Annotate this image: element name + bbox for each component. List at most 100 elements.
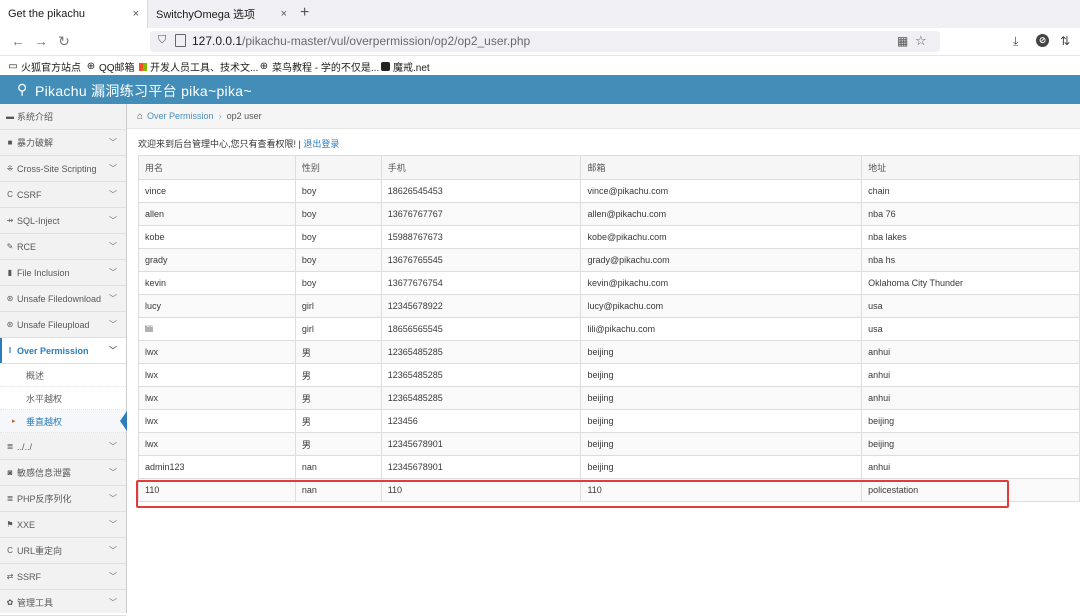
tab-get-the-pikachu[interactable]: Get the pikachu × (0, 0, 148, 28)
table-row: kevin boy 13677676754 kevin@pikachu.com Okla… (138, 271, 1080, 295)
sidebar-item-xss[interactable]: ⁜ Cross-Site Scripting ﹀ (0, 156, 126, 182)
sidebar-item-admin-tools[interactable]: ✿ 管理工具 ﹀ (0, 590, 126, 616)
file-icon: ▮ (7, 268, 13, 277)
table-cell: beijing (861, 409, 1080, 433)
sidebar-item-label: Unsafe Filedownload (17, 293, 102, 304)
bookmark-devtools[interactable]: 开发人员工具、技术文... (139, 59, 258, 74)
switchyomega-icon[interactable]: ⇅ (1060, 34, 1070, 48)
table-row: vince boy 18626545453 vince@pikachu.com chai… (138, 179, 1080, 203)
table-cell: nba 76 (861, 202, 1080, 226)
bookmark-mojie[interactable]: 魔戒.net (381, 59, 430, 74)
home-icon[interactable]: ⌂ (137, 111, 143, 122)
table-cell: policestation (861, 478, 1080, 502)
sidebar-item-sqli[interactable]: ⇸ SQL-Inject ﹀ (0, 208, 126, 234)
back-icon[interactable]: ← (10, 33, 26, 49)
forward-icon[interactable]: → (33, 33, 49, 49)
shield-icon[interactable]: ⛉ (158, 34, 166, 47)
navigation-toolbar: ← → ↻ ⛉ 127.0.0.1/pikachu-master/vul/ove… (0, 28, 1080, 56)
sidebar-subitem-label: 水平越权 (26, 393, 63, 404)
table-cell: anhui (861, 455, 1080, 479)
table-cell: Oklahoma City Thunder (861, 271, 1080, 295)
bookmark-firefox[interactable]: ▭ 火狐官方站点 (8, 59, 81, 74)
bookmark-runoob[interactable]: ⊕ 菜鸟教程 - 学的不仅是... (259, 59, 379, 74)
flag-icon: ⚑ (6, 520, 14, 529)
reload-icon[interactable]: ↻ (56, 33, 72, 50)
sidebar-item-unsafe-fileupload[interactable]: ⊛ Unsafe Fileupload ﹀ (0, 312, 126, 338)
table-cell: 12365485285 (380, 386, 582, 410)
chevron-down-icon: ﹀ (109, 598, 117, 607)
browser-tab-strip: Get the pikachu × SwitchyOmega 选项 × + (0, 0, 1080, 28)
table-cell: chain (861, 179, 1080, 203)
table-cell: anhui (861, 386, 1080, 410)
sidebar-item-ssrf[interactable]: ⇄ SSRF ﹀ (0, 564, 126, 590)
sidebar-subitem-overview[interactable]: 概述 (0, 364, 126, 387)
sidebar-item-label: 系统介绍 (17, 112, 54, 122)
sidebar-item-label: URL重定向 (17, 546, 63, 556)
url-text[interactable]: 127.0.0.1/pikachu-master/vul/overpermiss… (192, 34, 530, 48)
sidebar-subitem-horizontal[interactable]: 水平越权 (0, 387, 126, 410)
sidebar-item-xxe[interactable]: ⚑ XXE ﹀ (0, 512, 126, 538)
table-cell: 110 (580, 478, 863, 502)
breadcrumb-link[interactable]: Over Permission (147, 111, 214, 121)
sidebar-item-over-permission[interactable]: I Over Permission ﹀ (0, 338, 126, 364)
sidebar-item-file-inclusion[interactable]: ▮ File Inclusion ﹀ (0, 260, 126, 286)
sidebar-item-dirtraversal[interactable]: ≣ ../../ ﹀ (0, 434, 126, 460)
table-cell: boy (294, 248, 382, 272)
table-row: lwx 男 123456 beijing beijing (138, 409, 1080, 433)
sidebar-item-intro[interactable]: ▬ 系统介绍 (0, 104, 126, 130)
logout-link[interactable]: 退出登录 (303, 139, 339, 149)
sidebar-item-csrf[interactable]: C CSRF ﹀ (0, 182, 126, 208)
sidebar-item-unsafe-filedownload[interactable]: ⊛ Unsafe Filedownload ﹀ (0, 286, 126, 312)
sidebar-item-php-unserialize[interactable]: ≣ PHP反序列化 ﹀ (0, 486, 126, 512)
tab-switchyomega[interactable]: SwitchyOmega 选项 × (148, 0, 295, 28)
bookmarks-bar: ▭ 火狐官方站点 ⊕ QQ邮箱 开发人员工具、技术文... ⊕ 菜鸟教程 - 学… (0, 56, 1080, 74)
table-cell: lili@pikachu.com (580, 317, 863, 341)
download-icon[interactable]: ⤓ (1013, 34, 1018, 49)
sidebar-subitem-vertical[interactable]: ▸ 垂直越权 (0, 410, 127, 433)
table-cell: 13676765545 (380, 248, 582, 272)
sidebar-item-label: ../../ (17, 441, 33, 452)
table-cell: 15988767673 (380, 225, 582, 249)
breadcrumb: ⌂ Over Permission › op2 user (127, 104, 1080, 129)
new-tab-button[interactable]: + (300, 4, 309, 22)
user-table: 用名 性别 手机 邮箱 地址 vince boy 18626545453 vince@… (138, 155, 1080, 502)
sidebar-item-rce[interactable]: ✎ RCE ﹀ (0, 234, 126, 260)
table-row: lili girl 18656565545 lili@pikachu.com usa (138, 317, 1080, 341)
camera-icon: ◙ (7, 468, 13, 477)
table-cell: kevin (138, 271, 296, 295)
site-title[interactable]: Pikachu 漏洞练习平台 pika~pika~ (35, 81, 252, 101)
bookmark-label: 魔戒.net (393, 63, 430, 74)
sidebar-item-label: PHP反序列化 (17, 494, 72, 504)
table-cell: boy (294, 225, 382, 249)
upload-icon: ⊛ (6, 320, 14, 329)
qr-code-icon[interactable]: ▦ (897, 34, 908, 48)
sidebar-item-label: RCE (17, 241, 37, 252)
microsoft-icon (139, 62, 147, 71)
page-info-icon[interactable] (175, 34, 186, 47)
list-icon: ≣ (6, 494, 14, 503)
table-cell: 12365485285 (380, 363, 582, 387)
close-tab-icon[interactable]: × (133, 8, 139, 20)
lock-icon: ■ (7, 138, 13, 147)
table-row: allen boy 13676767767 allen@pikachu.com nba … (138, 202, 1080, 226)
sidebar-item-label: SSRF (17, 571, 42, 582)
chevron-down-icon: ﹀ (109, 520, 117, 529)
table-cell: anhui (861, 340, 1080, 364)
table-row: lucy girl 12345678922 lucy@pikachu.com usa (138, 294, 1080, 318)
bookmark-qqmail[interactable]: ⊕ QQ邮箱 (86, 59, 135, 74)
extension-badge-icon[interactable]: ⊘ (1036, 34, 1049, 47)
table-cell: beijing (580, 340, 863, 364)
table-cell: lili (138, 317, 296, 341)
sidebar-item-label: SQL-Inject (17, 215, 60, 226)
sidebar-item-url-redirect[interactable]: C URL重定向 ﹀ (0, 538, 126, 564)
bookmark-star-icon[interactable]: ☆ (915, 33, 927, 49)
table-cell: 18656565545 (380, 317, 582, 341)
table-cell: allen (138, 202, 296, 226)
table-cell: lwx (138, 363, 296, 387)
sidebar-item-bruteforce[interactable]: ■ 暴力破解 ﹀ (0, 130, 126, 156)
sidebar-item-infoleak[interactable]: ◙ 敏感信息泄露 ﹀ (0, 460, 126, 486)
url-bar[interactable]: ⛉ 127.0.0.1/pikachu-master/vul/overpermi… (150, 31, 940, 52)
table-cell: beijing (861, 432, 1080, 456)
close-tab-icon[interactable]: × (281, 8, 287, 20)
chevron-down-icon: ﹀ (109, 164, 117, 173)
